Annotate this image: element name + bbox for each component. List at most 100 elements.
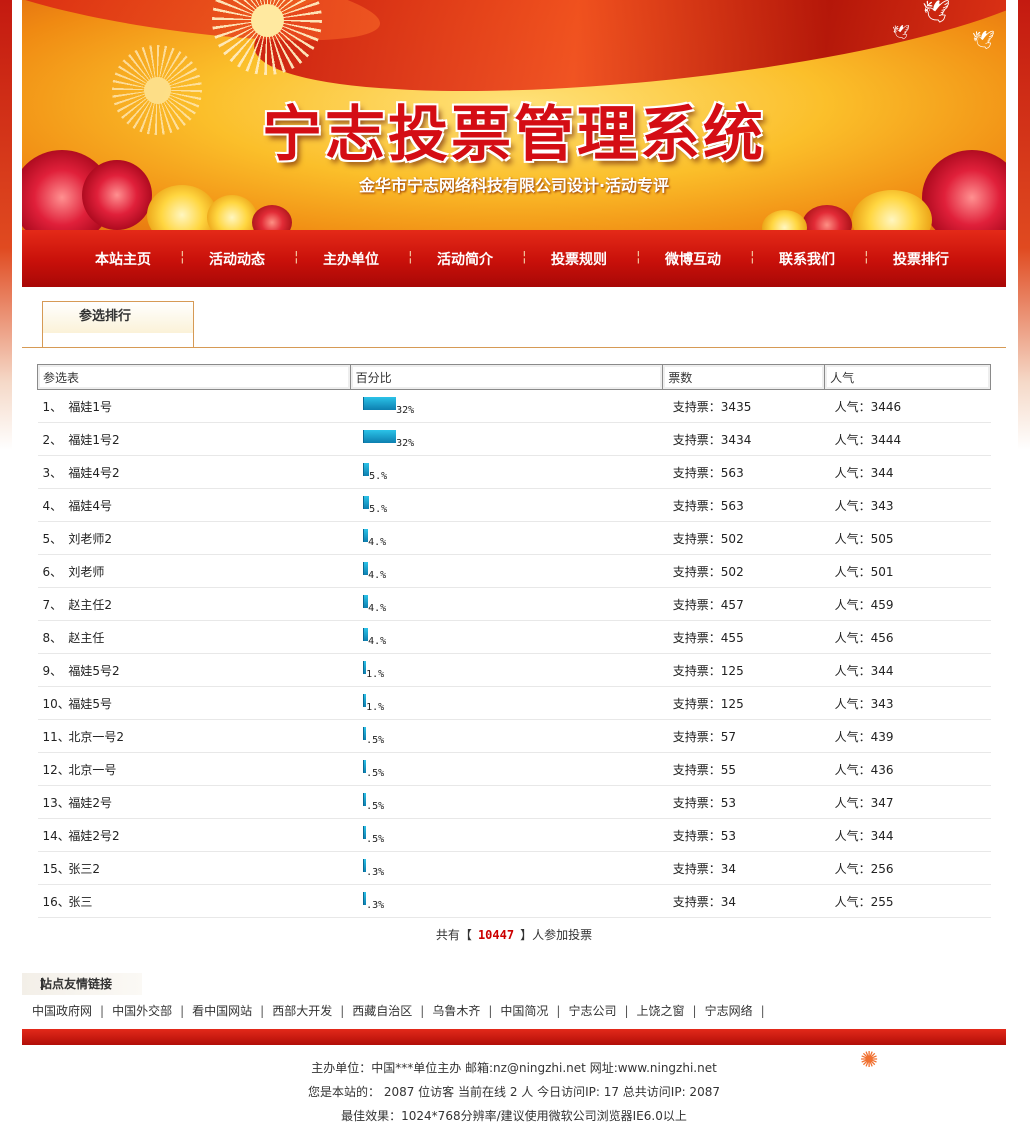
percentage-label: 5.% — [369, 503, 388, 515]
popularity-cell: 人气：344 — [824, 455, 991, 489]
friend-link[interactable]: 乌鲁木齐 — [432, 1004, 480, 1018]
friend-link[interactable]: 看中国网站 — [192, 1004, 252, 1018]
percentage-cell: 4.% — [350, 620, 663, 654]
percentage-cell: 32% — [350, 389, 663, 423]
candidate-cell: 4、 福娃4号 — [37, 488, 351, 522]
tab-bar: 参选排行 — [22, 301, 1006, 348]
friend-link[interactable]: 西藏自治区 — [352, 1004, 412, 1018]
votes-cell: 支持票：34 — [662, 884, 825, 918]
friend-link[interactable]: 宁志网络 — [705, 1004, 753, 1018]
candidate-name[interactable]: 刘老师 — [68, 565, 104, 579]
percentage-label: 1.% — [366, 701, 385, 713]
percentage-cell: .3% — [350, 884, 663, 918]
candidate-cell: 16、 张三 — [37, 884, 351, 918]
candidate-name[interactable]: 福娃1号2 — [68, 433, 119, 447]
popularity-cell: 人气：3446 — [824, 389, 991, 423]
votes-cell: 支持票：502 — [662, 521, 825, 555]
candidate-name[interactable]: 刘老师2 — [68, 532, 112, 546]
firework-icon: ✺ — [860, 1048, 879, 1073]
votes-cell: 支持票：34 — [662, 851, 825, 885]
nav-item-ranking[interactable]: 投票排行 — [864, 249, 978, 269]
candidate-name[interactable]: 北京一号 — [68, 763, 116, 777]
nav-item-organizer[interactable]: 主办单位 — [294, 249, 408, 269]
rank-number: 6、 — [42, 564, 63, 579]
link-separator: | — [692, 1004, 697, 1018]
candidate-name[interactable]: 北京一号2 — [68, 730, 124, 744]
percentage-bar — [363, 396, 397, 410]
candidate-name[interactable]: 福娃4号 — [68, 499, 112, 513]
candidate-name[interactable]: 福娃5号2 — [68, 664, 119, 678]
candidate-cell: 11、 北京一号2 — [37, 719, 351, 753]
link-separator: | — [260, 1004, 265, 1018]
percentage-cell: .5% — [350, 752, 663, 786]
peony-flower-icon — [852, 190, 932, 230]
percentage-label: 1.% — [366, 668, 385, 680]
friend-links-list: 中国政府网 | 中国外交部 | 看中国网站 | 西部大开发 | 西藏自治区 | 乌鲁木齐 | 中国简况 |… — [22, 1002, 1006, 1019]
nav-item-home[interactable]: 本站主页 — [66, 249, 180, 269]
candidate-name[interactable]: 赵主任2 — [68, 598, 112, 612]
table-row: 5、 刘老师2 4.% 支持票：502 人气：505 — [37, 521, 991, 555]
rank-number: 10、 — [42, 696, 70, 711]
votes-cell: 支持票：3435 — [662, 389, 825, 423]
candidate-cell: 13、 福娃2号 — [37, 785, 351, 819]
candidate-cell: 3、 福娃4号2 — [37, 455, 351, 489]
candidate-name[interactable]: 福娃5号 — [68, 697, 112, 711]
votes-cell: 支持票：455 — [662, 620, 825, 654]
nav-item-rules[interactable]: 投票规则 — [522, 249, 636, 269]
link-separator: | — [180, 1004, 185, 1018]
tab-ranking[interactable]: 参选排行 — [42, 301, 194, 347]
left-page-border — [0, 0, 12, 450]
popularity-cell: 人气：501 — [824, 554, 991, 588]
friend-link[interactable]: 中国政府网 — [32, 1004, 92, 1018]
rank-number: 5、 — [42, 531, 63, 546]
rank-number: 15、 — [42, 861, 70, 876]
peony-flower-icon — [252, 205, 292, 230]
friend-link[interactable]: 上饶之窗 — [637, 1004, 685, 1018]
candidate-name[interactable]: 福娃1号 — [68, 400, 112, 414]
nav-item-intro[interactable]: 活动简介 — [408, 249, 522, 269]
friend-link[interactable]: 宁志公司 — [568, 1004, 616, 1018]
rank-number: 13、 — [42, 795, 70, 810]
candidate-name[interactable]: 福娃2号2 — [68, 829, 119, 843]
friend-links-title-text: 站点友情链接 — [40, 977, 113, 991]
percentage-cell: 32% — [350, 422, 663, 456]
rank-number: 14、 — [42, 828, 70, 843]
column-header-popularity: 人气 — [824, 364, 991, 390]
rank-number: 3、 — [42, 465, 63, 480]
link-separator: | — [488, 1004, 493, 1018]
votes-cell: 支持票：53 — [662, 785, 825, 819]
percentage-label: .5% — [366, 767, 385, 779]
table-row: 8、 赵主任 4.% 支持票：455 人气：456 — [37, 620, 991, 654]
votes-cell: 支持票：457 — [662, 587, 825, 621]
candidate-cell: 5、 刘老师2 — [37, 521, 351, 555]
nav-item-contact[interactable]: 联系我们 — [750, 249, 864, 269]
friend-link[interactable]: 西部大开发 — [272, 1004, 332, 1018]
percentage-label: 4.% — [368, 602, 387, 614]
candidate-name[interactable]: 张三2 — [68, 862, 100, 876]
percentage-cell: .5% — [350, 785, 663, 819]
candidate-name[interactable]: 福娃4号2 — [68, 466, 119, 480]
rank-number: 16、 — [42, 894, 70, 909]
rank-number: 7、 — [42, 597, 63, 612]
candidate-cell: 7、 赵主任2 — [37, 587, 351, 621]
dove-icon: 🕊 — [922, 0, 950, 25]
table-row: 3、 福娃4号2 5.% 支持票：563 人气：344 — [37, 455, 991, 489]
friend-link[interactable]: 中国简况 — [500, 1004, 548, 1018]
column-header-percentage: 百分比 — [349, 364, 664, 390]
footer-stats: 您是本站的： 2087 位访客 当前在线 2 人 今日访问IP: 17 总共访问… — [308, 1085, 720, 1099]
rank-number: 8、 — [42, 630, 63, 645]
dove-icon: 🕊 — [892, 25, 910, 41]
candidate-name[interactable]: 张三 — [68, 895, 92, 909]
table-row: 4、 福娃4号 5.% 支持票：563 人气：343 — [37, 488, 991, 522]
candidate-cell: 6、 刘老师 — [37, 554, 351, 588]
friend-link[interactable]: 中国外交部 — [112, 1004, 172, 1018]
candidate-name[interactable]: 福娃2号 — [68, 796, 112, 810]
nav-item-news[interactable]: 活动动态 — [180, 249, 294, 269]
rank-number: 12、 — [42, 762, 70, 777]
nav-item-weibo[interactable]: 微博互动 — [636, 249, 750, 269]
site-subtitle: 金华市宁志网络科技有限公司设计·活动专评 — [358, 176, 670, 195]
popularity-cell: 人气：343 — [824, 686, 991, 720]
candidate-name[interactable]: 赵主任 — [68, 631, 104, 645]
percentage-cell: 5.% — [350, 488, 663, 522]
header-banner: 🕊 🕊 🕊 宁志投票管理系统 金华市宁志网络科技有限公司设计·活动专评 — [22, 0, 1006, 230]
